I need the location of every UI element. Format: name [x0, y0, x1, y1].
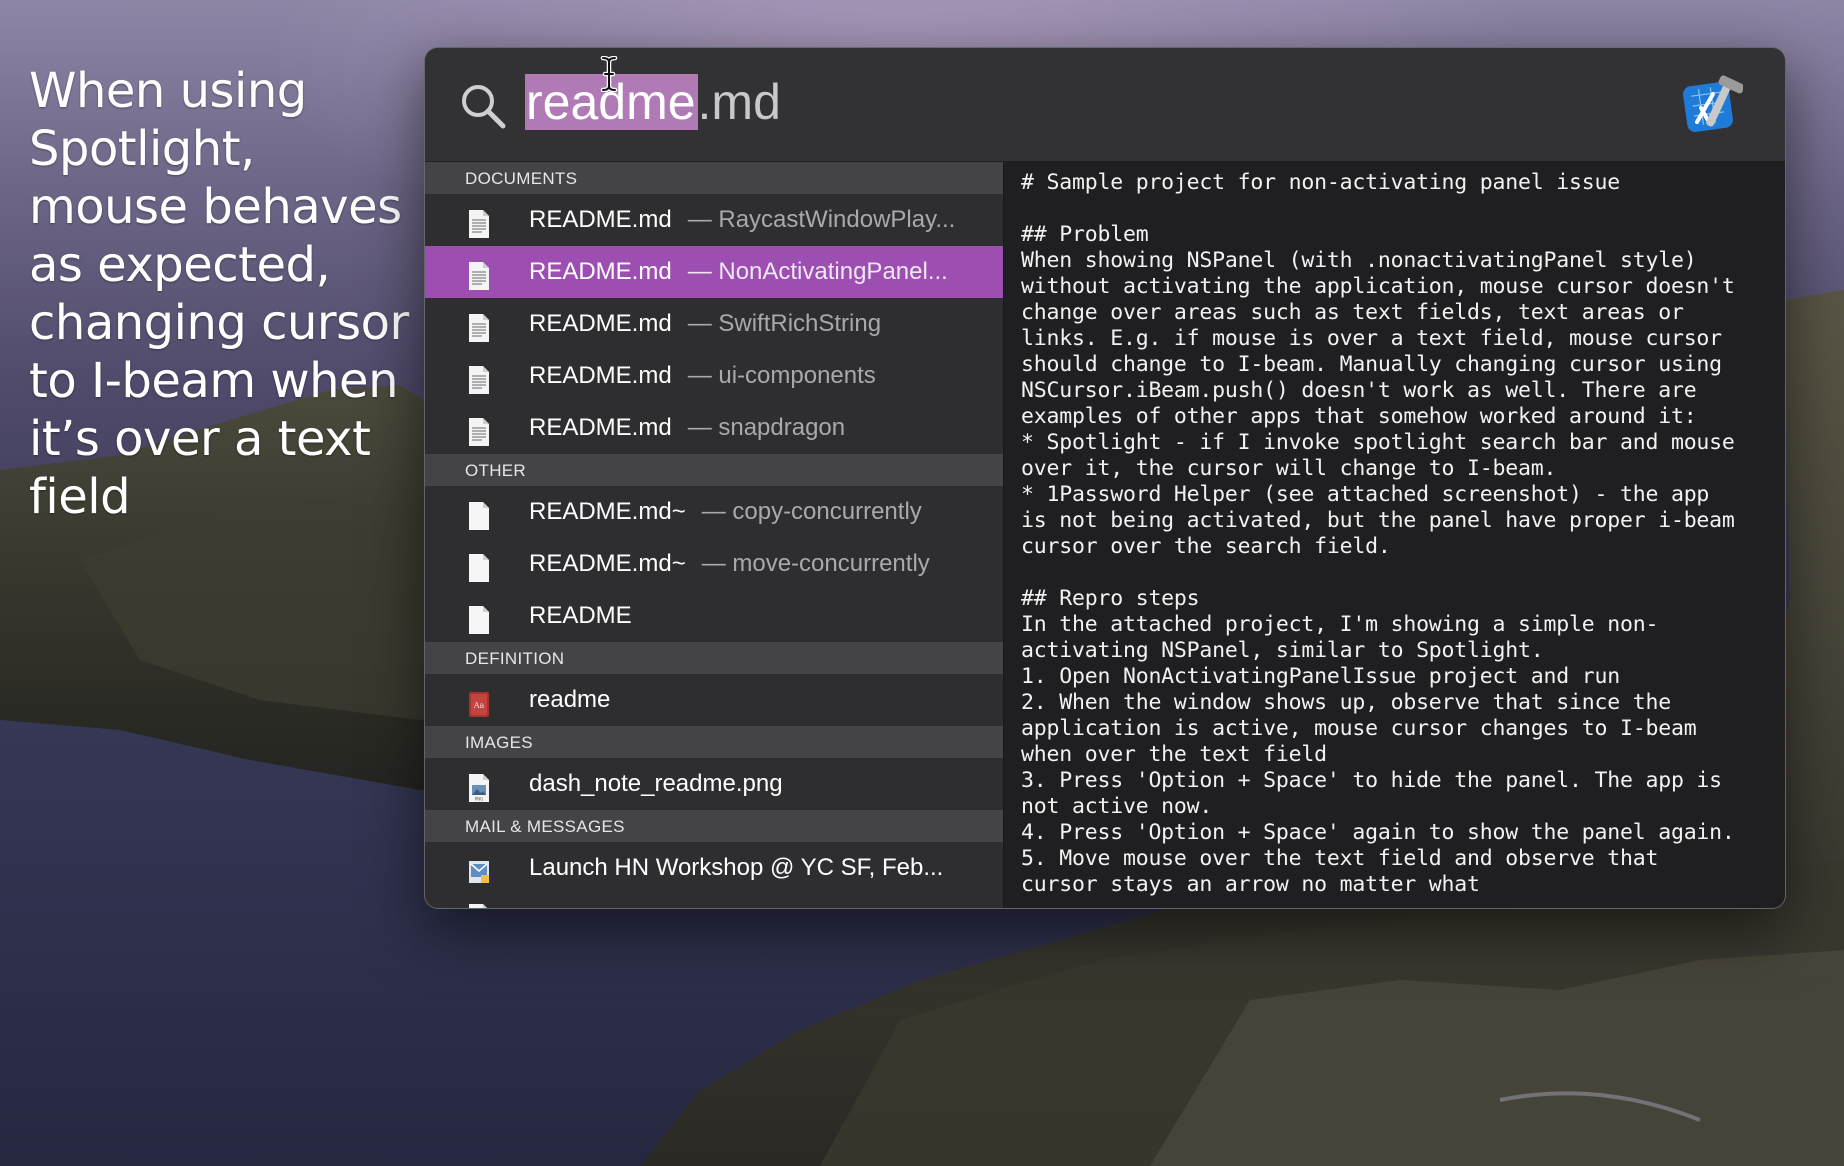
preview-line: cursor stays an arrow no matter what	[1021, 872, 1480, 897]
spotlight-search-bar[interactable]: readme.md	[425, 48, 1785, 162]
preview-line: is not being activated, but the panel ha…	[1021, 508, 1735, 533]
preview-line: 2. When the window shows up, observe tha…	[1021, 690, 1671, 715]
result-filename: readme	[529, 686, 611, 713]
result-row[interactable]: README.md — snapdragon	[425, 402, 1003, 454]
result-filename: README.md	[529, 206, 672, 233]
text-document-icon	[467, 310, 491, 342]
dictionary-icon: Aa	[467, 686, 491, 717]
result-title: README.md — NonActivatingPanel...	[529, 246, 948, 298]
result-row[interactable]: Aa readme	[425, 674, 1003, 726]
section-header-definition: DEFINITION	[425, 642, 1003, 674]
preview-line: examples of other apps that somehow work…	[1021, 404, 1697, 429]
preview-line: ## Problem	[1021, 222, 1149, 247]
blank-document-icon	[467, 550, 491, 582]
section-header-images: IMAGES	[425, 726, 1003, 758]
result-title: README.md — snapdragon	[529, 402, 845, 454]
result-title: README.md — ui-components	[529, 350, 876, 402]
preview-line: when over the text field	[1021, 742, 1327, 767]
result-path: — SwiftRichString	[687, 310, 882, 337]
result-filename: dash_note_readme.png	[529, 770, 783, 797]
preview-line: * 1Password Helper (see attached screens…	[1021, 482, 1710, 507]
result-path: — NonActivatingPanel...	[687, 258, 948, 285]
preview-line: NSCursor.iBeam.push() doesn't work as we…	[1021, 378, 1697, 403]
preview-line: When showing NSPanel (with .nonactivatin…	[1021, 248, 1697, 273]
result-path: — ui-components	[687, 362, 876, 389]
result-row[interactable]: README.md — SwiftRichString	[425, 298, 1003, 350]
query-completion-text: .md	[697, 74, 781, 130]
preview-line	[1021, 196, 1771, 222]
ibeam-cursor-icon	[600, 56, 618, 92]
text-document-icon	[467, 362, 491, 394]
result-title: dash_note_readme.png	[529, 758, 783, 810]
result-path: — copy-concurrently	[701, 498, 922, 525]
result-row[interactable]: README.md — NonActivatingPanel...	[425, 246, 1003, 298]
preview-line: 4. Press 'Option + Space' again to show …	[1021, 820, 1735, 845]
text-document-icon	[467, 414, 491, 446]
result-filename: README.md~	[529, 550, 686, 577]
result-row[interactable]: README.md — ui-components	[425, 350, 1003, 402]
preview-line: In the attached project, I'm showing a s…	[1021, 612, 1659, 637]
preview-line: 5. Move mouse over the text field and ob…	[1021, 846, 1659, 871]
preview-line: without activating the application, mous…	[1021, 274, 1735, 299]
result-filename: README	[529, 602, 632, 629]
mail-message-icon	[467, 854, 491, 884]
result-title: README	[529, 590, 632, 642]
result-filename: README.md	[529, 362, 672, 389]
result-row[interactable]: README.md~ — copy-concurrently	[425, 486, 1003, 538]
result-filename: README.md	[529, 414, 672, 441]
result-path: — move-concurrently	[701, 550, 930, 577]
preview-line: should change to I-beam. Manually changi…	[1021, 352, 1722, 377]
preview-line: application is active, mouse cursor chan…	[1021, 716, 1697, 741]
preview-line: 1. Open NonActivatingPanelIssue project …	[1021, 664, 1620, 689]
section-header-other: OTHER	[425, 454, 1003, 486]
image-file-icon: PNG	[467, 770, 491, 802]
result-row[interactable]: README.md~ — move-concurrently	[425, 538, 1003, 590]
result-path: — RaycastWindowPlay...	[687, 206, 956, 233]
result-filename: README.md	[529, 258, 672, 285]
result-filename: README.md~	[529, 498, 686, 525]
result-row[interactable]: README.md — RaycastWindowPlay...	[425, 194, 1003, 246]
document-preview: # Sample project for non-activating pane…	[1004, 162, 1785, 908]
preview-line: ## Repro steps	[1021, 586, 1200, 611]
text-document-icon	[467, 258, 491, 290]
result-row-partial[interactable]	[425, 894, 1003, 908]
preview-line: # Sample project for non-activating pane…	[1021, 170, 1620, 195]
result-filename: README.md	[529, 310, 672, 337]
preview-line: not active now.	[1021, 794, 1213, 819]
svg-text:PNG: PNG	[475, 797, 484, 802]
result-row[interactable]: README	[425, 590, 1003, 642]
preview-line: * Spotlight - if I invoke spotlight sear…	[1021, 430, 1735, 455]
preview-line	[1021, 560, 1771, 586]
section-header-documents: DOCUMENTS	[425, 162, 1003, 194]
blank-document-icon	[467, 498, 491, 530]
preview-line: change over areas such as text fields, t…	[1021, 300, 1684, 325]
magnifying-glass-icon	[462, 85, 506, 129]
preview-line: activating NSPanel, similar to Spotlight…	[1021, 638, 1544, 663]
result-filename: Launch HN Workshop @ YC SF, Feb...	[529, 854, 944, 881]
preview-line: cursor over the search field.	[1021, 534, 1391, 559]
spotlight-panel: readme.md DOCUMENTS README.md — RaycastWin…	[424, 47, 1786, 909]
result-title: README.md~ — move-concurrently	[529, 538, 930, 590]
result-row[interactable]: Launch HN Workshop @ YC SF, Feb...	[425, 842, 1003, 894]
preview-line: 3. Press 'Option + Space' to hide the pa…	[1021, 768, 1722, 793]
result-path: — snapdragon	[687, 414, 846, 441]
section-header-mail-messages: MAIL & MESSAGES	[425, 810, 1003, 842]
result-title: Launch HN Workshop @ YC SF, Feb...	[529, 842, 943, 894]
preview-line: over it, the cursor will change to I-bea…	[1021, 456, 1557, 481]
result-title: README.md — SwiftRichString	[529, 298, 881, 350]
result-title: readme	[529, 674, 610, 726]
blank-document-icon	[467, 602, 491, 634]
result-title: README.md — RaycastWindowPlay...	[529, 194, 955, 246]
result-row[interactable]: PNG dash_note_readme.png	[425, 758, 1003, 810]
results-list[interactable]: DOCUMENTS README.md — RaycastWindowPlay...…	[425, 162, 1004, 908]
svg-text:Aa: Aa	[473, 701, 485, 710]
xcode-app-icon	[1683, 75, 1743, 132]
caption-text: When using Spotlight, mouse behaves as e…	[29, 63, 409, 525]
text-document-icon	[467, 900, 491, 908]
result-title: README.md~ — copy-concurrently	[529, 486, 922, 538]
preview-line: links. E.g. if mouse is over a text fiel…	[1021, 326, 1722, 351]
search-query-input[interactable]: readme.md	[525, 72, 781, 134]
text-document-icon	[467, 206, 491, 238]
